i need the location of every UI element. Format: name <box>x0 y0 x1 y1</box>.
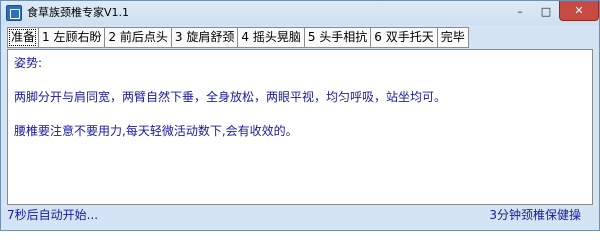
window-title: 食草族颈椎专家V1.1 <box>27 6 130 19</box>
instruction-heading: 姿势: <box>14 56 43 70</box>
tab-prepare[interactable]: 准备 <box>7 27 39 48</box>
title-bar[interactable]: 食草族颈椎专家V1.1 – □ ✕ <box>1 1 599 25</box>
program-name-status: 3分钟颈椎保健操 <box>489 208 581 222</box>
app-icon <box>6 5 22 21</box>
tab-raise-hands[interactable]: 6 双手托天 <box>370 27 437 48</box>
countdown-status: 7秒后自动开始... <box>7 208 99 222</box>
minimize-button[interactable]: – <box>507 1 533 21</box>
tab-rotate-shoulders[interactable]: 3 旋肩舒颈 <box>170 27 238 48</box>
tab-shake-head[interactable]: 4 摇头晃脑 <box>237 27 304 48</box>
tab-nod-head[interactable]: 2 前后点头 <box>104 27 171 48</box>
app-window: 食草族颈椎专家V1.1 – □ ✕ 准备 1 左顾右盼 2 前后点头 3 旋肩舒… <box>0 0 600 231</box>
tab-look-left-right[interactable]: 1 左顾右盼 <box>38 27 105 48</box>
tab-finish[interactable]: 完毕 <box>436 27 469 48</box>
instruction-panel: 姿势: 两脚分开与肩同宽，两臂自然下垂，全身放松，两眼平视，均匀呼吸，站坐均可。… <box>7 49 593 205</box>
instruction-posture: 两脚分开与肩同宽，两臂自然下垂，全身放松，两眼平视，均匀呼吸，站坐均可。 <box>14 90 447 104</box>
instruction-note: 腰椎要注意不要用力,每天轻微活动数下,会有收效的。 <box>14 124 298 138</box>
tab-strip: 准备 1 左顾右盼 2 前后点头 3 旋肩舒颈 4 摇头晃脑 5 头手相抗 6 … <box>7 27 469 48</box>
tab-head-hand-resist[interactable]: 5 头手相抗 <box>303 27 371 48</box>
maximize-button[interactable]: □ <box>533 1 559 21</box>
close-button[interactable]: ✕ <box>559 1 599 21</box>
